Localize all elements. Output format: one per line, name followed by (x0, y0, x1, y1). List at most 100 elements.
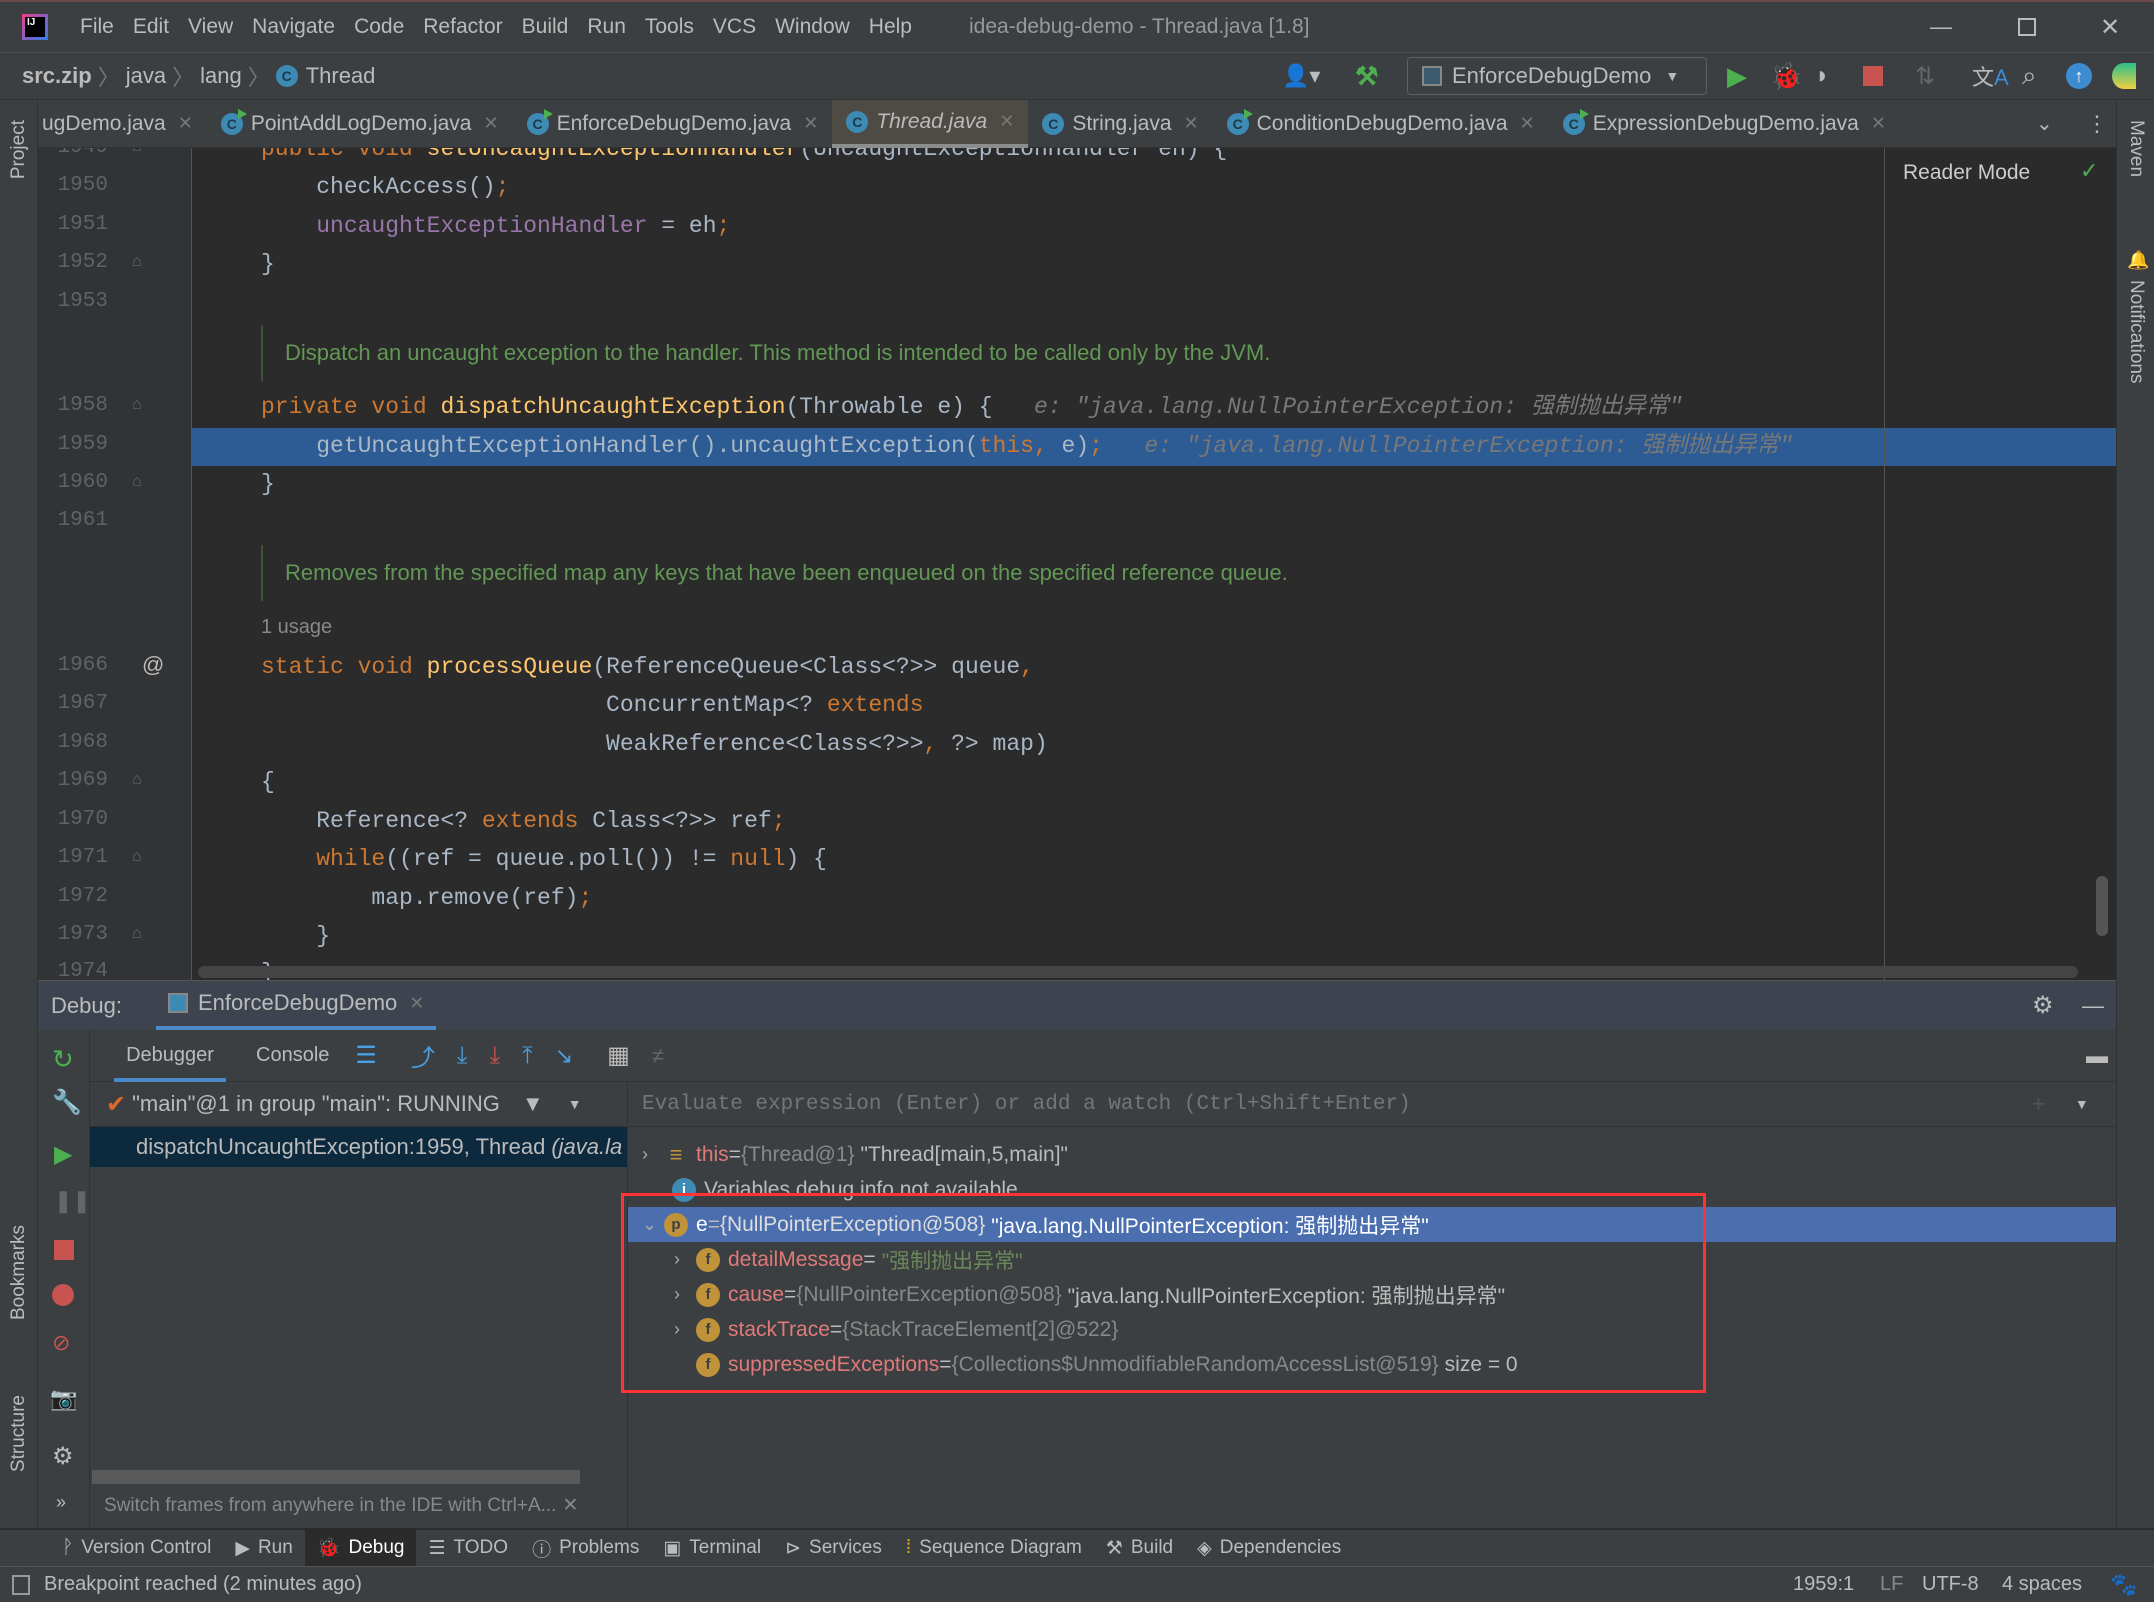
breadcrumb-item[interactable]: lang (200, 63, 242, 89)
pause-icon[interactable]: ❚❚ (54, 1188, 91, 1214)
close-tab-icon[interactable]: ✕ (1520, 113, 1535, 134)
search-icon[interactable]: ⌕ (2022, 60, 2037, 92)
fold-marker-icon[interactable]: ⌂ (132, 473, 142, 491)
settings-gear-icon[interactable]: ⚙ (52, 1442, 74, 1471)
minimize-button[interactable]: — (1930, 14, 1952, 40)
restore-layout-icon[interactable]: ▬ (2086, 1043, 2108, 1069)
editor-tab[interactable]: C EnforceDebugDemo.java ✕ (513, 100, 833, 148)
add-watch-icon[interactable]: + (2032, 1091, 2045, 1117)
chevron-down-icon[interactable]: ▼ (2075, 1096, 2089, 1112)
more-options-icon[interactable]: ⋮ (2086, 111, 2108, 137)
resume-icon[interactable]: ▶ (54, 1140, 72, 1169)
editor-tab[interactable]: C ExpressionDebugDemo.java ✕ (1549, 100, 1900, 148)
indent-setting[interactable]: 4 spaces (2002, 1573, 2082, 1596)
tool-tab-run[interactable]: ▶ Run (223, 1529, 304, 1567)
memory-indicator-icon[interactable]: 🐾 (2110, 1572, 2137, 1598)
mute-breakpoints-icon[interactable]: ⊘ (52, 1330, 70, 1356)
tool-tab-sequence-diagram[interactable]: ⁞ Sequence Diagram (894, 1529, 1094, 1567)
editor-tab[interactable]: C String.java ✕ (1028, 100, 1212, 148)
close-tab-icon[interactable]: ✕ (178, 113, 193, 134)
evaluate-expression-input[interactable] (642, 1092, 2022, 1116)
override-marker-icon[interactable]: @ (142, 652, 164, 678)
frames-scrollbar[interactable] (92, 1470, 580, 1484)
run-to-cursor-icon[interactable]: ↘ (555, 1043, 573, 1069)
stop-icon[interactable] (54, 1240, 74, 1260)
breadcrumb-item[interactable]: Thread (306, 63, 376, 89)
close-tab-icon[interactable]: ✕ (1871, 113, 1886, 134)
rerun-icon[interactable]: ↻ (52, 1044, 74, 1075)
breadcrumb-item[interactable]: src.zip (22, 63, 92, 89)
tabs-dropdown-icon[interactable]: ⌄ (2036, 111, 2053, 136)
user-icon[interactable]: 👤▾ (1282, 63, 1320, 89)
run-config-selector[interactable]: EnforceDebugDemo ▼ (1407, 57, 1707, 95)
fold-marker-icon[interactable]: ⌂ (132, 925, 142, 943)
step-into-icon[interactable]: ⤓ (490, 1042, 501, 1070)
more-icon[interactable]: » (56, 1492, 66, 1513)
filter-icon[interactable]: ▼ (522, 1091, 544, 1117)
stack-frame[interactable]: dispatchUncaughtException:1959, Thread (… (90, 1127, 627, 1167)
tab-debugger[interactable]: Debugger (114, 1030, 226, 1082)
tool-tab-todo[interactable]: ☰ TODO (416, 1529, 520, 1567)
menu-window[interactable]: Window (775, 15, 850, 39)
thread-selector[interactable]: ✔ "main"@1 in group "main": RUNNING ▼ ▼ (90, 1082, 627, 1127)
layout-icon[interactable]: ☰ (355, 1041, 377, 1070)
tool-tab-problems[interactable]: ⓘ Problems (520, 1529, 651, 1567)
maximize-button[interactable] (2018, 18, 2036, 36)
step-out-icon[interactable]: ⤒ (522, 1042, 533, 1070)
settings-gear-icon[interactable]: ⚙ (2032, 991, 2054, 1020)
close-tab-icon[interactable]: ✕ (999, 111, 1014, 132)
tool-tab-services[interactable]: ⊳ Services (773, 1529, 894, 1567)
fold-marker-icon[interactable]: ⌂ (132, 848, 142, 866)
chevron-down-icon[interactable]: ▼ (568, 1096, 582, 1112)
view-breakpoints-icon[interactable] (52, 1284, 74, 1306)
fold-marker-icon[interactable]: ⌂ (132, 253, 142, 271)
update-icon[interactable]: ↑ (2066, 63, 2092, 89)
editor-tab[interactable]: C PointAddLogDemo.java ✕ (207, 100, 513, 148)
menu-code[interactable]: Code (354, 15, 404, 39)
close-session-icon[interactable]: ✕ (409, 993, 424, 1014)
show-execution-point-icon[interactable]: ⤴ (411, 1038, 435, 1073)
menu-file[interactable]: File (80, 15, 114, 39)
bookmarks-tool-button[interactable]: Bookmarks (8, 1225, 30, 1320)
menu-edit[interactable]: Edit (133, 15, 169, 39)
fold-marker-icon[interactable]: ⌂ (132, 771, 142, 789)
editor-tab[interactable]: ugDemo.java ✕ (28, 100, 207, 148)
tool-tab-dependencies[interactable]: ◈ Dependencies (1185, 1529, 1353, 1567)
caret-position[interactable]: 1959:1 (1793, 1573, 1854, 1596)
debug-session-tab[interactable]: EnforceDebugDemo ✕ (155, 981, 437, 1031)
modify-config-wrench-icon[interactable]: 🔧 (52, 1088, 82, 1117)
chevron-right-icon[interactable]: › (642, 1144, 664, 1165)
tab-console[interactable]: Console (256, 1044, 329, 1067)
close-window-button[interactable]: ✕ (2100, 13, 2120, 42)
notifications-tool-button[interactable]: Notifications (2125, 280, 2147, 384)
stop-icon[interactable] (1863, 66, 1883, 86)
usage-hint[interactable]: 1 usage (261, 616, 332, 639)
tool-tab-terminal[interactable]: ▣ Terminal (651, 1529, 773, 1567)
menu-tools[interactable]: Tools (645, 15, 694, 39)
menu-view[interactable]: View (188, 15, 233, 39)
run-icon[interactable]: ▶ (1727, 61, 1747, 92)
fold-marker-icon[interactable]: ⌂ (132, 148, 142, 156)
close-tab-icon[interactable]: ✕ (803, 113, 818, 134)
camera-icon[interactable]: 📷 (50, 1386, 77, 1412)
plugin-logo-icon[interactable] (2112, 63, 2136, 89)
menu-vcs[interactable]: VCS (713, 15, 756, 39)
editor-tab[interactable]: C ConditionDebugDemo.java ✕ (1213, 100, 1549, 148)
reader-mode-button[interactable]: Reader Mode (1903, 161, 2030, 185)
translate-icon[interactable]: 文A (1972, 60, 2009, 92)
vcs-icon[interactable]: ⇅ (1915, 62, 1935, 91)
tool-tab-build[interactable]: ⚒ Build (1094, 1529, 1185, 1567)
step-over-icon[interactable]: ⤓ (457, 1042, 468, 1070)
maven-tool-button[interactable]: Maven (2125, 120, 2147, 177)
menu-navigate[interactable]: Navigate (252, 15, 335, 39)
debug-bug-icon[interactable]: 🐞 (1770, 61, 1802, 92)
tool-tab-version-control[interactable]: ᚹ Version Control (50, 1529, 223, 1567)
vertical-scrollbar[interactable] (2096, 876, 2108, 936)
file-encoding[interactable]: UTF-8 (1922, 1573, 1979, 1596)
tool-tab-debug[interactable]: 🐞 Debug (304, 1529, 417, 1567)
evaluate-expression-icon[interactable]: ▦ (607, 1041, 630, 1070)
build-hammer-icon[interactable]: ⚒ (1355, 61, 1378, 92)
close-tab-icon[interactable]: ✕ (1184, 113, 1199, 134)
project-tool-button[interactable]: Project (8, 120, 30, 179)
breadcrumb-item[interactable]: java (126, 63, 166, 89)
